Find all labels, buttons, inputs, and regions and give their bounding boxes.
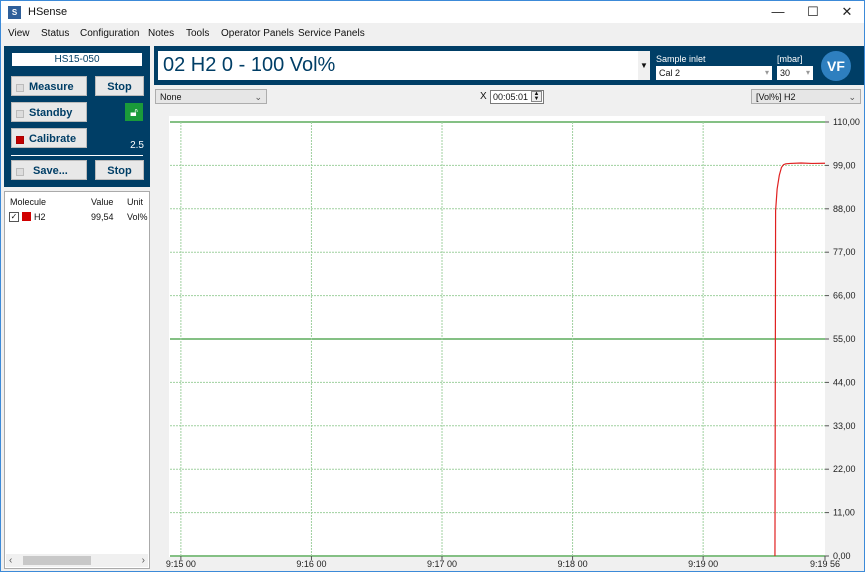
calibrate-button[interactable]: Calibrate xyxy=(11,128,87,148)
save-indicator xyxy=(16,168,24,176)
method-dropdown-icon[interactable]: ▼ xyxy=(638,51,650,80)
version-label: 2.5 xyxy=(130,140,144,151)
vf-logo: VF xyxy=(821,51,851,81)
chevron-down-icon: ▾ xyxy=(764,68,769,77)
x-tick-label: 9:15 00 xyxy=(166,559,196,569)
sample-inlet-select[interactable]: Cal 2 ▾ xyxy=(656,66,772,80)
menu-service-panels[interactable]: Service Panels xyxy=(298,28,365,39)
menu-tools[interactable]: Tools xyxy=(186,28,209,39)
right-series-select[interactable]: [Vol%] H2 ⌄ xyxy=(751,89,861,104)
y-tick-label: 44,00 xyxy=(833,377,856,387)
standby-button[interactable]: Standby xyxy=(11,102,87,122)
plot-background xyxy=(169,116,825,557)
save-label: Save... xyxy=(33,165,68,177)
molecule-table: Molecule Value Unit ✓ H2 99,54 Vol% ‹ › xyxy=(4,191,150,569)
scroll-right-icon[interactable]: › xyxy=(142,554,145,567)
y-tick-label: 11,00 xyxy=(833,508,855,518)
sample-inlet-value: Cal 2 xyxy=(659,68,681,78)
y-tick-label: 110,00 xyxy=(833,117,860,127)
menu-operator-panels[interactable]: Operator Panels xyxy=(221,28,294,39)
title-bar: S HSense — ☐ ✕ xyxy=(1,1,864,23)
divider xyxy=(11,155,143,156)
x-range-label: X xyxy=(480,91,487,102)
molecule-value: 99,54 xyxy=(91,212,114,222)
right-series-value: [Vol%] H2 xyxy=(756,92,796,102)
app-window: S HSense — ☐ ✕ View Status Configuration… xyxy=(0,0,865,572)
column-header-molecule[interactable]: Molecule xyxy=(10,197,46,207)
molecule-name: H2 xyxy=(34,212,46,222)
left-series-value: None xyxy=(160,92,182,102)
method-select[interactable]: 02 H2 0 - 100 Vol% ▼ xyxy=(158,51,650,80)
stop-save-button[interactable]: Stop xyxy=(95,160,144,180)
pressure-label: [mbar] xyxy=(777,54,803,64)
save-button[interactable]: Save... xyxy=(11,160,87,180)
horizontal-scrollbar[interactable]: ‹ › xyxy=(6,554,148,567)
chart-area: 0,00 11,00 22,00 33,00 44,00 55,00 66,00 77,00 8… xyxy=(154,108,864,571)
y-tick-label: 22,00 xyxy=(833,464,856,474)
unlocked-padlock-icon[interactable]: 🔓︎ xyxy=(125,103,143,121)
menu-bar: View Status Configuration Notes Tools Op… xyxy=(1,23,864,43)
molecule-unit: Vol% xyxy=(127,212,148,222)
time-spinner[interactable]: ▲ ▼ xyxy=(531,91,542,102)
menu-view[interactable]: View xyxy=(8,28,30,39)
x-tick-label: 9:19 56 xyxy=(810,559,840,569)
method-name: 02 H2 0 - 100 Vol% xyxy=(163,54,336,76)
y-tick-label: 33,00 xyxy=(833,421,856,431)
method-header: 02 H2 0 - 100 Vol% ▼ Sample inlet Cal 2 … xyxy=(154,46,864,85)
standby-indicator xyxy=(16,110,24,118)
menu-notes[interactable]: Notes xyxy=(148,28,174,39)
standby-label: Standby xyxy=(29,107,73,119)
measure-label: Measure xyxy=(29,81,74,93)
y-tick-label: 88,00 xyxy=(833,204,856,214)
sample-inlet-label: Sample inlet xyxy=(656,54,706,64)
control-panel: HS15-050 Measure Stop Standby 🔓︎ Calibra… xyxy=(4,46,150,187)
chevron-down-icon: ▾ xyxy=(805,68,810,77)
stop-measure-button[interactable]: Stop xyxy=(95,76,144,96)
scroll-left-icon[interactable]: ‹ xyxy=(9,554,12,567)
pressure-value: 30 xyxy=(780,68,791,78)
measure-button[interactable]: Measure xyxy=(11,76,87,96)
menu-status[interactable]: Status xyxy=(41,28,69,39)
chevron-down-icon: ⌄ xyxy=(848,92,856,102)
color-swatch xyxy=(22,212,31,221)
x-tick-label: 9:17 00 xyxy=(427,559,457,569)
x-tick-label: 9:19 00 xyxy=(688,559,718,569)
chevron-down-icon: ⌄ xyxy=(254,92,262,102)
x-tick-label: 9:18 00 xyxy=(558,559,588,569)
measure-indicator xyxy=(16,84,24,92)
pressure-select[interactable]: 30 ▾ xyxy=(777,66,813,80)
y-tick-label: 55,00 xyxy=(833,334,856,344)
menu-configuration[interactable]: Configuration xyxy=(80,28,139,39)
app-icon: S xyxy=(8,6,21,19)
chart-toolbar: None ⌄ X 00:05:01 ▲ ▼ [Vol%] H2 ⌄ xyxy=(154,88,864,106)
y-tick-label: 66,00 xyxy=(833,291,856,301)
y-tick-label: 77,00 xyxy=(833,247,856,257)
close-button[interactable]: ✕ xyxy=(830,1,864,23)
window-title: HSense xyxy=(28,6,68,18)
device-name: HS15-050 xyxy=(12,53,142,66)
scroll-thumb[interactable] xyxy=(23,556,91,565)
trend-chart: 0,0011,0022,0033,0044,0055,0066,0077,008… xyxy=(166,116,860,569)
molecule-checkbox[interactable]: ✓ xyxy=(9,212,19,222)
calibrate-label: Calibrate xyxy=(29,133,77,145)
maximize-button[interactable]: ☐ xyxy=(796,1,830,23)
left-series-select[interactable]: None ⌄ xyxy=(155,89,267,104)
column-header-unit[interactable]: Unit xyxy=(127,197,143,207)
y-tick-label: 99,00 xyxy=(833,160,856,170)
calibrate-indicator xyxy=(16,136,24,144)
x-tick-label: 9:16 00 xyxy=(296,559,326,569)
minimize-button[interactable]: — xyxy=(761,1,795,23)
column-header-value[interactable]: Value xyxy=(91,197,113,207)
